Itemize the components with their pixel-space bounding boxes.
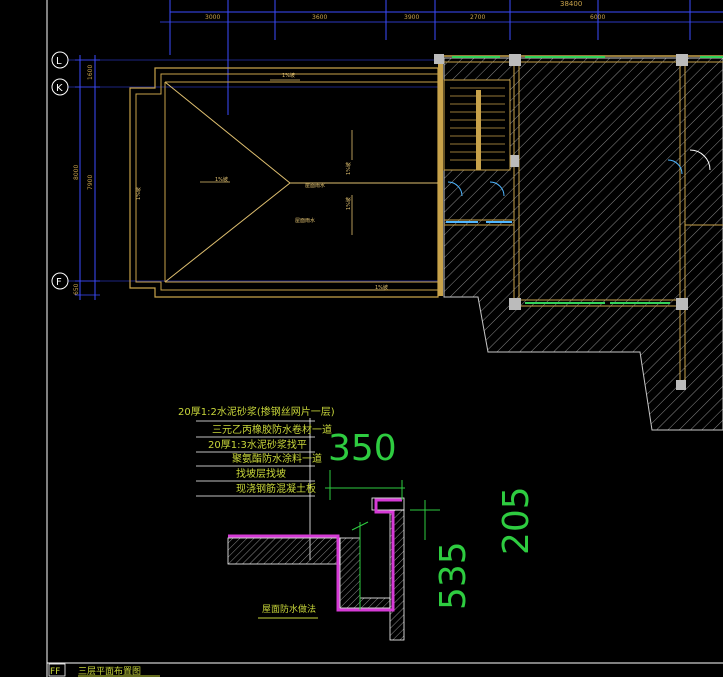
detail-dim-535: 535 — [433, 541, 474, 610]
layer-note-3: 20厚1:3水泥砂浆找平 — [208, 438, 307, 451]
dim-seg-4: 2700 — [470, 14, 485, 21]
axis-bubble-F[interactable]: F — [51, 272, 69, 290]
slope-label-5: 1%坡 — [345, 162, 352, 175]
left-dimension-chain: 1600 8000 7900 650 — [73, 55, 100, 300]
dim-seg-1: 3000 — [205, 14, 220, 21]
drawing-title: 三层平面布置图 — [78, 665, 141, 677]
svg-text:K: K — [56, 83, 63, 94]
dim-left-1: 1600 — [87, 65, 94, 80]
slope-label-1: 1%坡 — [282, 72, 295, 79]
layer-note-5: 找坡层找坡 — [236, 467, 286, 480]
layer-note-4: 聚氨酯防水涂料一道 — [232, 452, 322, 465]
main-building-plan[interactable] — [434, 54, 723, 431]
top-dimension-chain: 38400 3000 3600 3900 2700 6000 — [160, 0, 723, 55]
roof-note: 屋面雨水 — [295, 217, 315, 224]
layer-note-1: 20厚1:2水泥砂浆(掺钢丝网片一层) — [178, 405, 335, 418]
slope-label-6: 1%坡 — [345, 197, 352, 210]
dim-seg-5: 6000 — [590, 14, 605, 21]
dim-overall: 38400 — [560, 0, 582, 8]
grid-axes: L K F — [51, 51, 438, 290]
dim-seg-2: 3600 — [312, 14, 327, 21]
svg-text:F: F — [56, 277, 62, 288]
layer-note-2: 三元乙丙橡胶防水卷材一道 — [212, 423, 332, 436]
layer-note-6: 现浇钢筋混凝土板 — [236, 482, 316, 495]
dim-left-3: 7900 — [87, 175, 94, 190]
detail-dim-205: 205 — [496, 486, 537, 555]
drawing-title-bar: FF 三层平面布置图 — [48, 663, 160, 677]
cad-drawing-canvas[interactable]: 38400 3000 3600 3900 2700 6000 L K F 160… — [0, 0, 723, 677]
detail-dim-350: 350 — [328, 428, 397, 469]
roof-plan[interactable]: 1%坡 1%坡 1%坡 1%坡 1%坡 1%坡 屋面雨水 屋面雨水 — [129, 67, 439, 298]
slope-label-2: 1%坡 — [375, 284, 388, 291]
svg-text:L: L — [56, 56, 62, 67]
layout-tag: FF — [50, 667, 60, 677]
dim-left-2: 8000 — [73, 165, 80, 180]
slope-label-4: 1%坡 — [135, 187, 142, 200]
roof-drain-label: 屋面雨水 — [305, 182, 325, 189]
axis-bubble-K[interactable]: K — [51, 78, 69, 96]
dim-seg-3: 3900 — [404, 14, 419, 21]
axis-bubble-L[interactable]: L — [51, 51, 69, 69]
dim-left-4: 650 — [73, 283, 80, 295]
slope-label-3: 1%坡 — [215, 176, 228, 183]
detail-caption: 屋面防水做法 — [262, 603, 316, 615]
